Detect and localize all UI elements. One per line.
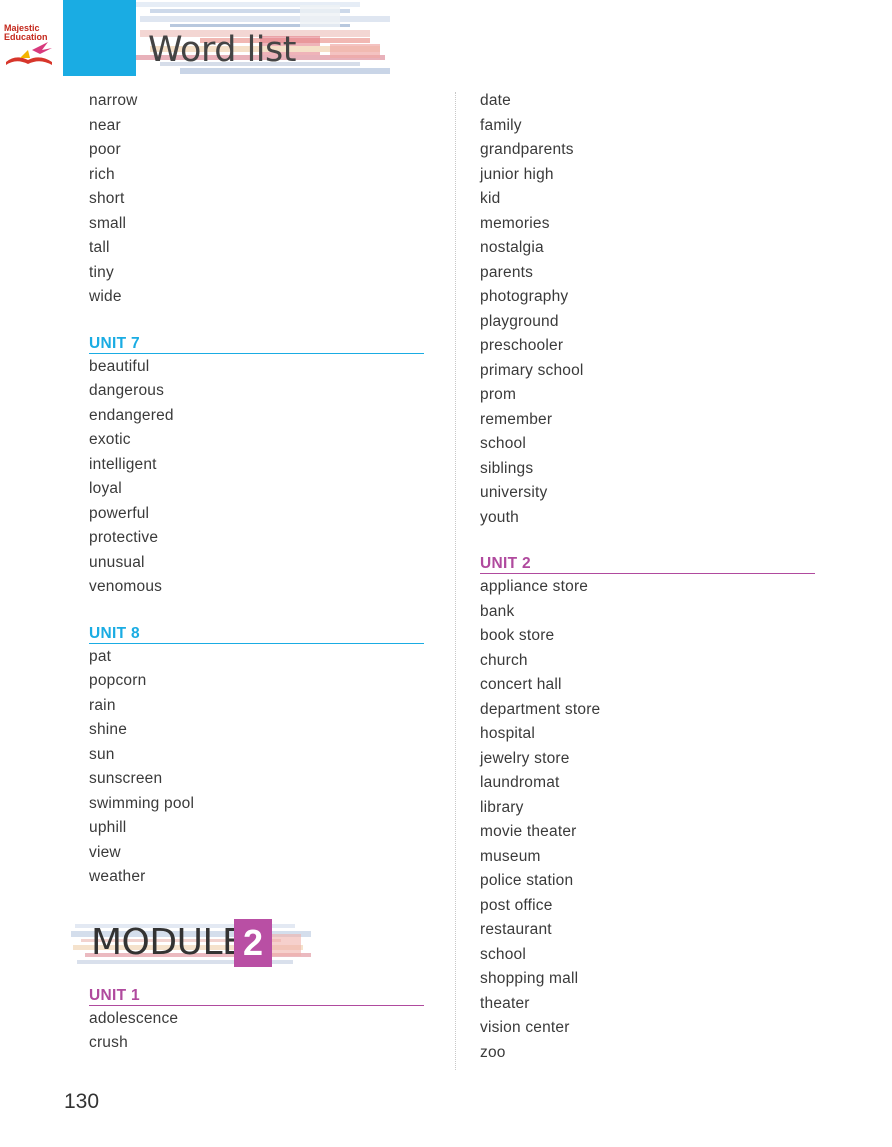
list-item: tiny (89, 263, 114, 281)
continued-word-list: date family grandparents junior high kid… (480, 89, 815, 530)
list-item: appliance store (480, 578, 589, 595)
list-item: primary school (480, 361, 584, 379)
list-item: date (480, 92, 511, 109)
list-item: movie theater (480, 823, 577, 840)
list-item: venomous (89, 578, 163, 595)
list-item: jewelry store (480, 749, 570, 767)
list-item: remember (480, 410, 553, 428)
module-number: 2 (234, 918, 272, 967)
page-number: 130 (64, 1090, 100, 1113)
list-item: laundromat (480, 774, 560, 791)
list-item: dangerous (89, 382, 165, 399)
list-item: concert hall (480, 676, 562, 693)
list-item: protective (89, 529, 159, 546)
page-title: Word list (148, 30, 297, 70)
list-item: shopping mall (480, 970, 579, 987)
list-item: school (480, 435, 527, 452)
list-item: rich (89, 165, 115, 183)
list-item: crush (89, 1034, 128, 1051)
list-item: family (480, 116, 522, 134)
list-item: rain (89, 696, 116, 714)
list-item: photography (480, 288, 569, 305)
unit-1-word-list: adolescence crush (89, 1007, 424, 1056)
continued-word-list: narrow near poor rich short small tall t… (89, 89, 424, 310)
list-item: zoo (480, 1043, 506, 1061)
left-column: narrow near poor rich short small tall t… (71, 89, 424, 1056)
list-item: narrow (89, 92, 138, 109)
list-item: endangered (89, 406, 174, 424)
list-item: swimming pool (89, 794, 195, 812)
list-item: library (480, 798, 524, 816)
list-item: adolescence (89, 1009, 179, 1027)
list-item: playground (480, 312, 559, 330)
list-item: uphill (89, 819, 127, 836)
module-banner: MODULE 2 (71, 914, 321, 974)
module-label: MODULE (91, 921, 245, 963)
unit-2-heading: UNIT 2 (480, 554, 815, 574)
column-divider (455, 92, 456, 1070)
list-item: sunscreen (89, 770, 163, 787)
list-item: hospital (480, 725, 536, 742)
publisher-logo: Majestic Education (2, 24, 60, 70)
list-item: small (89, 214, 127, 232)
list-item: theater (480, 994, 530, 1012)
list-item: popcorn (89, 672, 147, 689)
list-item: church (480, 651, 528, 669)
list-item: nostalgia (480, 239, 544, 256)
list-item: siblings (480, 459, 534, 477)
list-item: near (89, 116, 121, 134)
list-item: university (480, 484, 548, 501)
list-item: view (89, 843, 121, 861)
list-item: exotic (89, 431, 131, 448)
list-item: post office (480, 896, 553, 914)
unit-8-word-list: pat popcorn rain shine sun sunscreen swi… (89, 645, 424, 890)
list-item: memories (480, 214, 550, 232)
list-item: preschooler (480, 337, 564, 354)
unit-7-word-list: beautiful dangerous endangered exotic in… (89, 355, 424, 600)
list-item: beautiful (89, 357, 150, 375)
right-column: date family grandparents junior high kid… (480, 89, 815, 1065)
unit-7-heading: UNIT 7 (89, 334, 424, 354)
list-item: school (480, 945, 527, 963)
list-item: poor (89, 141, 121, 158)
header-blue-block (63, 0, 136, 76)
book-bird-icon (6, 42, 52, 65)
list-item: kid (480, 190, 501, 207)
list-item: powerful (89, 504, 150, 522)
unit-2-word-list: appliance store bank book store church c… (480, 575, 815, 1065)
list-item: weather (89, 868, 146, 885)
list-item: restaurant (480, 921, 552, 938)
list-item: museum (480, 847, 541, 865)
list-item: unusual (89, 553, 145, 571)
list-item: vision center (480, 1019, 570, 1036)
list-item: shine (89, 721, 128, 738)
list-item: grandparents (480, 141, 574, 158)
list-item: parents (480, 263, 534, 281)
list-item: sun (89, 745, 115, 763)
page-header: Word list Majestic Education (0, 0, 392, 80)
list-item: book store (480, 627, 555, 644)
list-item: pat (89, 647, 112, 665)
list-item: loyal (89, 480, 122, 497)
list-item: intelligent (89, 455, 157, 473)
list-item: short (89, 190, 125, 207)
list-item: wide (89, 288, 122, 305)
list-item: bank (480, 602, 515, 620)
unit-1-heading: UNIT 1 (89, 986, 424, 1006)
list-item: department store (480, 700, 601, 718)
list-item: junior high (480, 165, 554, 183)
list-item: prom (480, 386, 517, 403)
unit-8-heading: UNIT 8 (89, 624, 424, 644)
list-item: police station (480, 872, 574, 889)
list-item: tall (89, 239, 110, 256)
list-item: youth (480, 508, 519, 526)
